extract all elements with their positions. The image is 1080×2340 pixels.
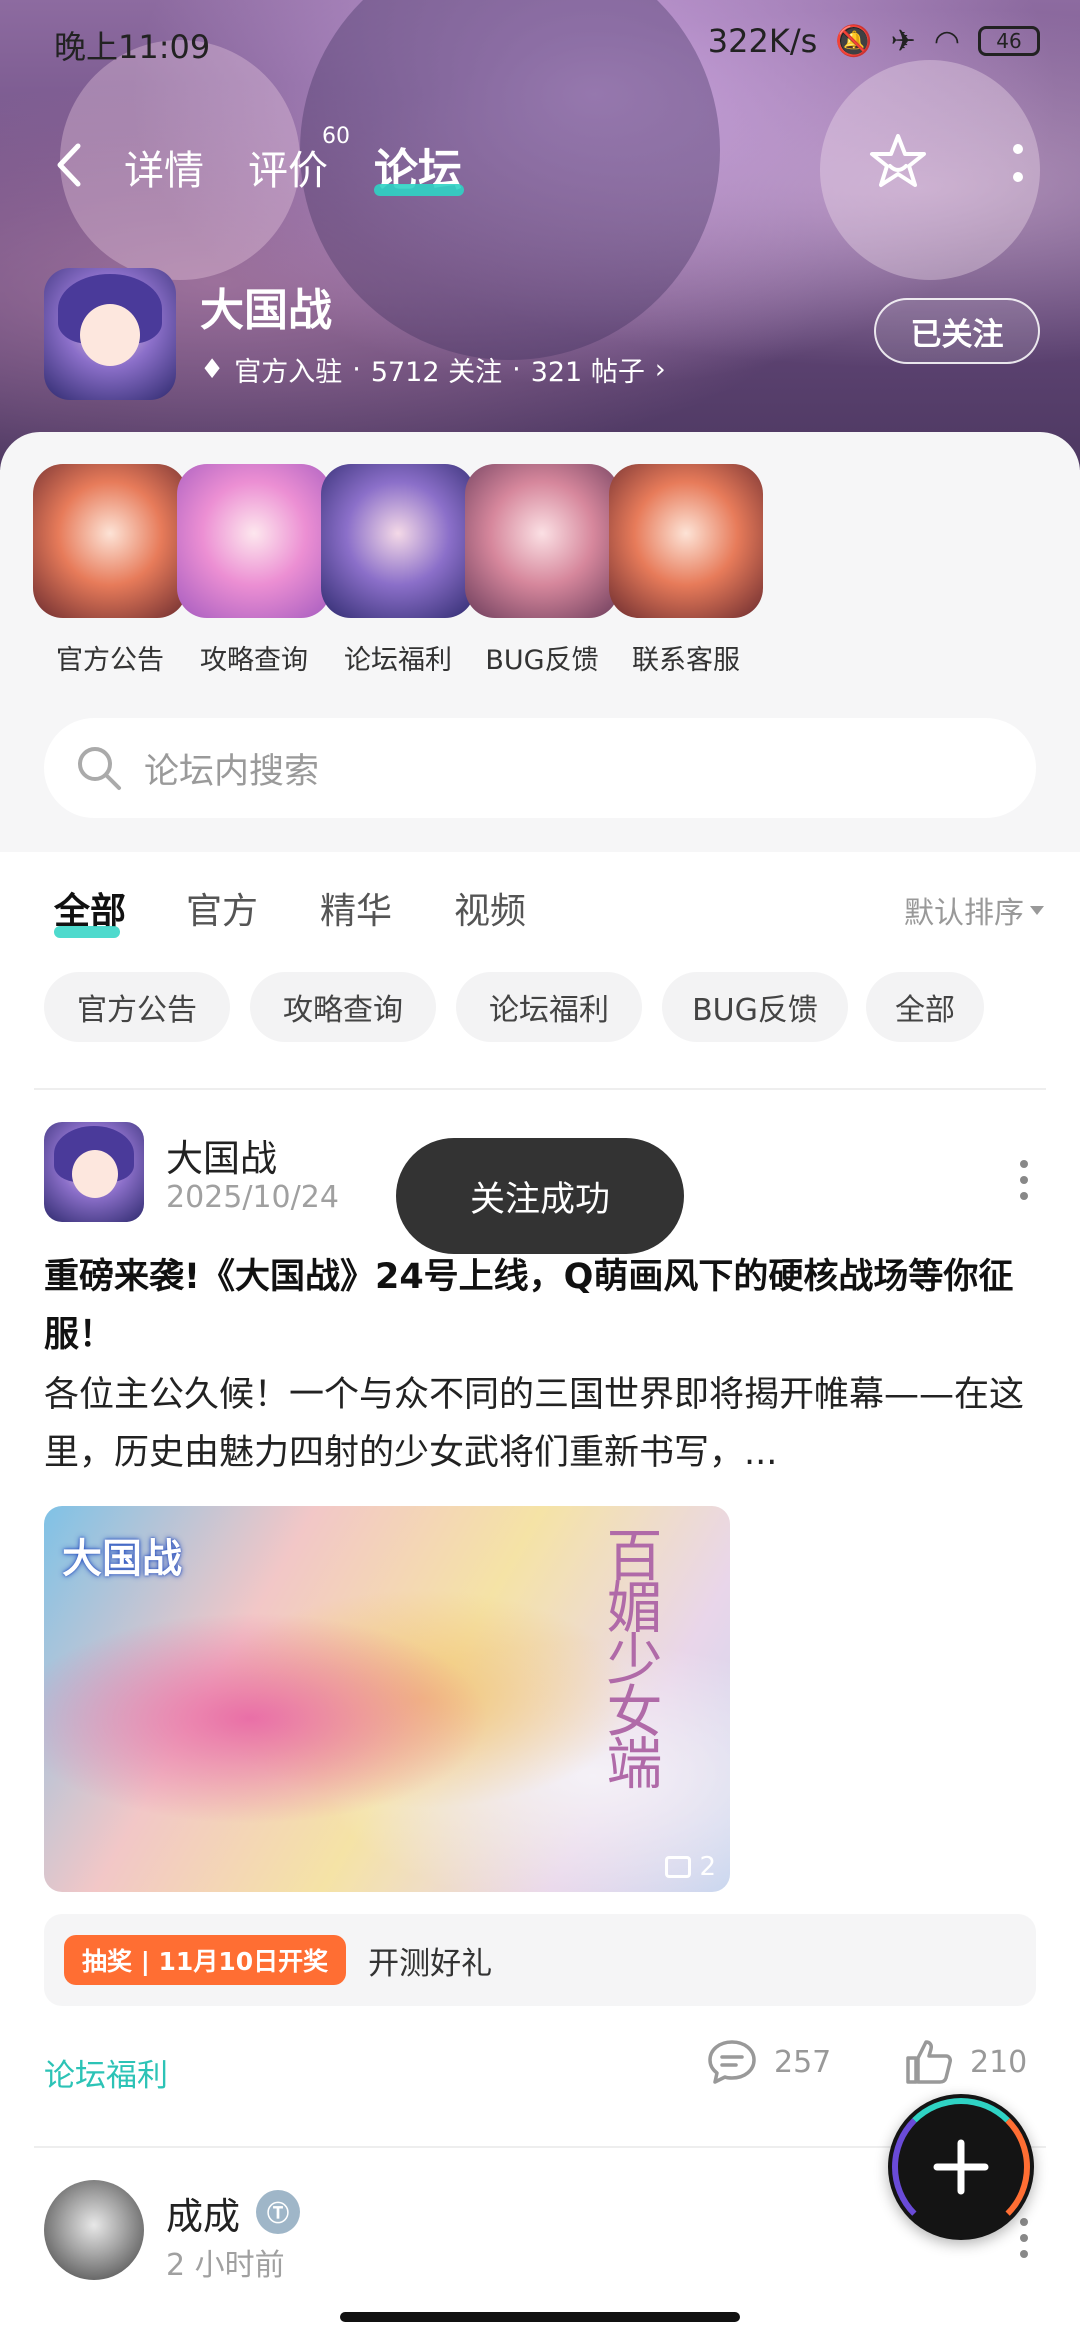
quick-link-thumb: [609, 464, 763, 618]
quick-link-label: 官方公告: [56, 645, 164, 676]
quick-link-guides[interactable]: 攻略查询: [174, 464, 334, 677]
author-name[interactable]: 大国战: [166, 1128, 277, 1182]
comment-icon: [708, 2040, 756, 2084]
author-avatar[interactable]: [44, 1122, 144, 1222]
plus-icon: [933, 2139, 989, 2195]
network-speed: 322K/s: [707, 22, 818, 60]
category-chips: 官方公告 攻略查询 论坛福利 BUG反馈 全部: [44, 972, 1060, 1044]
followed-button[interactable]: 已关注: [874, 298, 1040, 364]
top-nav: 详情 评价 60 论坛: [50, 124, 1040, 200]
battery-level: 46: [996, 29, 1022, 53]
home-indicator[interactable]: [340, 2312, 740, 2322]
airplane-icon: ✈: [890, 23, 916, 59]
sort-label: 默认排序: [904, 896, 1024, 931]
back-arrow-icon[interactable]: [50, 140, 90, 190]
separator-dot: ·: [352, 354, 361, 385]
chip-guides[interactable]: 攻略查询: [250, 972, 436, 1042]
quick-link-welfare[interactable]: 论坛福利: [318, 464, 478, 677]
like-count: 210: [970, 2044, 1028, 2080]
comment-count: 257: [774, 2044, 832, 2080]
official-diamond-icon: ♦: [200, 354, 225, 385]
review-count: 60: [322, 124, 350, 149]
chip-all[interactable]: 全部: [866, 972, 984, 1042]
next-author-avatar[interactable]: [44, 2180, 144, 2280]
quick-link-support[interactable]: 联系客服: [606, 464, 766, 677]
post-image[interactable]: 大国战 百媚少女端 2: [44, 1506, 730, 1892]
quick-link-label: 联系客服: [632, 645, 740, 676]
status-time: 晚上11:09: [54, 28, 211, 66]
like-button[interactable]: 210: [904, 2038, 1027, 2086]
battery-icon: 46: [978, 26, 1040, 56]
toast-message: 关注成功: [396, 1138, 684, 1254]
quick-link-thumb: [465, 464, 619, 618]
follower-count: 5712 关注: [370, 357, 503, 388]
feed-tabs: 全部 官方 精华 视频 默认排序: [0, 852, 1080, 962]
tab-details[interactable]: 详情: [124, 138, 204, 196]
image-side-text: 百媚少女端: [597, 1526, 662, 1786]
official-label: 官方入驻: [234, 357, 343, 388]
next-post-time: 2 小时前: [166, 2248, 285, 2283]
post-excerpt[interactable]: 各位主公久候！一个与众不同的三国世界即将揭开帷幕——在这里，历史由魅力四射的少女…: [44, 1366, 1034, 1482]
quick-link-bug-report[interactable]: BUG反馈: [462, 464, 622, 677]
search-input[interactable]: 论坛内搜索: [144, 743, 319, 794]
game-title: 大国战: [200, 285, 332, 336]
post-tag[interactable]: 论坛福利: [44, 2050, 168, 2095]
mute-icon: 🔕: [835, 23, 873, 59]
thumbs-up-icon: [906, 2040, 952, 2084]
image-logo-text: 大国战: [62, 1536, 182, 1582]
quick-link-thumb: [177, 464, 331, 618]
quick-link-thumb: [33, 464, 187, 618]
quick-link-label: 攻略查询: [200, 645, 308, 676]
quick-links: 官方公告 攻略查询 论坛福利 BUG反馈 联系客服: [0, 464, 1080, 684]
lottery-badge: 抽奖 | 11月10日开奖: [64, 1935, 347, 1985]
feed-tab-official[interactable]: 官方: [186, 882, 258, 934]
chip-welfare[interactable]: 论坛福利: [456, 972, 642, 1042]
post-card[interactable]: 大国战 2025/10/24 重磅来袭!《大国战》24号上线，Q萌画风下的硬核战…: [0, 1120, 1080, 2120]
forum-sheet: 官方公告 攻略查询 论坛福利 BUG反馈 联系客服 论坛内搜索: [0, 432, 1080, 852]
quick-link-thumb: [321, 464, 475, 618]
image-count: 2: [665, 1852, 716, 1882]
feed-tab-indicator: [54, 926, 120, 938]
image-gallery-icon: [665, 1856, 692, 1878]
separator-dot: ·: [512, 354, 521, 385]
search-icon: [78, 747, 121, 790]
image-count-value: 2: [699, 1852, 716, 1882]
quick-link-label: BUG反馈: [485, 645, 599, 676]
chevron-right-icon: ›: [654, 354, 666, 385]
tab-reviews[interactable]: 评价: [248, 138, 328, 196]
favorite-star-icon[interactable]: [866, 130, 930, 194]
hero-header: 晚上11:09 322K/s 🔕 ✈ ◠ 46 详情 评价 60 论坛 大国战 …: [0, 0, 1080, 470]
post-more-icon[interactable]: [1020, 1160, 1030, 1200]
feed-tab-featured[interactable]: 精华: [320, 882, 392, 934]
user-badge-icon: Ⓣ: [256, 2190, 300, 2234]
quick-link-label: 论坛福利: [344, 645, 452, 676]
wifi-icon: ◠: [933, 23, 960, 59]
comment-button[interactable]: 257: [706, 2038, 831, 2086]
divider: [34, 1088, 1046, 1090]
create-post-button[interactable]: [888, 2094, 1034, 2240]
lottery-text: 开测好礼: [368, 1945, 493, 1982]
game-meta[interactable]: ♦ 官方入驻 · 5712 关注 · 321 帖子 ›: [200, 350, 666, 389]
sort-dropdown[interactable]: 默认排序: [904, 888, 1044, 932]
more-options-icon[interactable]: [1006, 138, 1030, 188]
status-bar: 晚上11:09 322K/s 🔕 ✈ ◠ 46: [54, 22, 1040, 72]
chip-announcements[interactable]: 官方公告: [44, 972, 230, 1042]
feed-tab-video[interactable]: 视频: [454, 882, 526, 934]
post-count: 321 帖子: [530, 357, 645, 388]
post-date: 2025/10/24: [166, 1180, 339, 1215]
caret-down-icon: [1030, 905, 1044, 915]
post-title[interactable]: 重磅来袭!《大国战》24号上线，Q萌画风下的硬核战场等你征服！: [44, 1248, 1034, 1364]
lottery-banner[interactable]: 抽奖 | 11月10日开奖 开测好礼: [44, 1914, 1036, 2006]
quick-link-announcements[interactable]: 官方公告: [30, 464, 190, 677]
forum-search-bar[interactable]: 论坛内搜索: [44, 718, 1036, 818]
game-info: 大国战 ♦ 官方入驻 · 5712 关注 · 321 帖子 › 已关注: [44, 268, 1040, 400]
next-author-name[interactable]: 成成: [166, 2186, 240, 2240]
tab-active-indicator: [374, 184, 464, 196]
next-post-more-icon[interactable]: [1020, 2218, 1030, 2258]
game-icon[interactable]: [44, 268, 176, 400]
chip-bug-report[interactable]: BUG反馈: [662, 972, 848, 1042]
